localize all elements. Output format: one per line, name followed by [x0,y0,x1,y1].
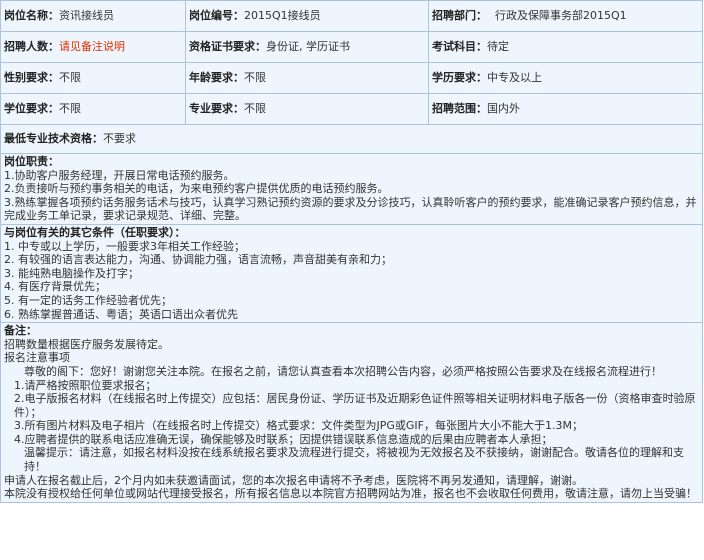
note-line: 报名注意事项 [4,351,70,365]
scope-label: 招聘范围： [432,102,487,115]
count-label: 招聘人数： [4,40,59,53]
age-label: 年龄要求： [189,71,244,84]
condition-line: 6. 熟练掌握普通话、粤语；英语口语出众者优先 [4,307,238,321]
dept-value: 行政及保障事务部2015Q1 [495,9,627,22]
job-code-value: 2015Q1接线员 [244,9,321,22]
major-cell: 专业要求：不限 [185,93,429,125]
cert-label: 资格证书要求： [189,40,266,53]
note-line: 申请人在报名截止后，2个月内如未获邀请面试，您的本次报名申请将不予考虑，医院将不… [4,473,583,487]
scope-value: 国内外 [487,102,520,115]
age-value: 不限 [244,71,266,84]
exam-cell: 考试科目：待定 [428,31,703,63]
tech-qual-cell: 最低专业技术资格：不要求 [0,124,703,154]
gender-label: 性别要求： [4,71,59,84]
count-cell: 招聘人数：请见备注说明 [0,31,186,63]
edu-cell: 学历要求：中专及以上 [428,62,703,94]
condition-line: 4. 有医疗背景优先； [4,280,106,294]
job-name-cell: 岗位名称：资讯接线员 [0,0,186,32]
major-label: 专业要求： [189,102,244,115]
condition-line: 5. 有一定的话务工作经验者优先； [4,293,172,307]
note-line: 招聘数量根据医疗服务发展待定。 [4,337,169,351]
note-line: 1.请严格按照职位要求报名； [14,378,157,392]
major-value: 不限 [244,102,266,115]
job-code-label: 岗位编号： [189,9,244,22]
job-code-cell: 岗位编号：2015Q1接线员 [185,0,429,32]
job-detail-table: 岗位名称：资讯接线员 岗位编号：2015Q1接线员 招聘部门： 行政及保障事务部2… [0,0,703,503]
dept-cell: 招聘部门： 行政及保障事务部2015Q1 [428,0,703,32]
exam-label: 考试科目： [432,40,487,53]
notes-title: 备注： [4,324,37,338]
notes-section: 备注： 招聘数量根据医疗服务发展待定。 报名注意事项 尊敬的阁下：您好！谢谢您关… [0,322,703,503]
edu-label: 学历要求： [432,71,487,84]
condition-line: 2. 有较强的语言表达能力，沟通、协调能力强，语言流畅，声音甜美有亲和力； [4,253,392,267]
scope-cell: 招聘范围：国内外 [428,93,703,125]
tech-qual-value: 不要求 [103,132,136,145]
duty-line: 2.负责接听与预约事务相关的电话，为来电预约客户提供优质的电话预约服务。 [4,182,389,196]
exam-value: 待定 [487,40,509,53]
count-value: 请见备注说明 [59,40,125,53]
degree-label: 学位要求： [4,102,59,115]
note-line: 本院没有授权给任何单位或网站代理接受报名，所有报名信息以本院官方招聘网站为准，报… [4,487,697,501]
edu-value: 中专及以上 [487,71,542,84]
duty-line: 3.熟练掌握各项预约话务服务话术与技巧，认真学习熟记预约资源的要求及分诊技巧，认… [4,195,697,223]
age-cell: 年龄要求：不限 [185,62,429,94]
condition-line: 1. 中专或以上学历，一般要求3年相关工作经验； [4,239,245,253]
duty-line: 1.协助客户服务经理，开展日常电话预约服务。 [4,168,235,182]
gender-value: 不限 [59,71,81,84]
degree-cell: 学位要求：不限 [0,93,186,125]
cert-value: 身份证, 学历证书 [266,40,350,53]
duties-title: 岗位职责： [4,155,59,168]
conditions-title: 与岗位有关的其它条件（任职要求）： [4,225,186,239]
degree-value: 不限 [59,102,81,115]
tech-qual-label: 最低专业技术资格： [4,132,103,145]
note-line: 尊敬的阁下：您好！谢谢您关注本院。在报名之前，请您认真查看本次招聘公告内容，必须… [24,364,662,378]
conditions-section: 与岗位有关的其它条件（任职要求）： 1. 中专或以上学历，一般要求3年相关工作经… [0,223,703,324]
note-line: 2.电子版报名材料（在线报名时上传提交）应包括：居民身份证、学历证书及近期彩色证… [14,392,696,419]
cert-cell: 资格证书要求：身份证, 学历证书 [185,31,429,63]
dept-label: 招聘部门： [432,9,487,22]
job-name-value: 资讯接线员 [59,9,114,22]
condition-line: 3. 能纯熟电脑操作及打字； [4,266,139,280]
job-name-label: 岗位名称： [4,9,59,22]
note-line: 温馨提示：请注意，如报名材料没按在线系统报名要求及流程进行提交，将被视为无效报名… [24,446,684,474]
gender-cell: 性别要求：不限 [0,62,186,94]
note-line: 4.应聘者提供的联系电话应准确无误，确保能够及时联系；因提供错误联系信息造成的后… [14,432,553,446]
duties-section: 岗位职责： 1.协助客户服务经理，开展日常电话预约服务。 2.负责接听与预约事务… [0,153,703,225]
note-line: 3.所有图片材料及电子相片（在线报名时上传提交）格式要求：文件类型为JPG或GI… [14,419,583,433]
